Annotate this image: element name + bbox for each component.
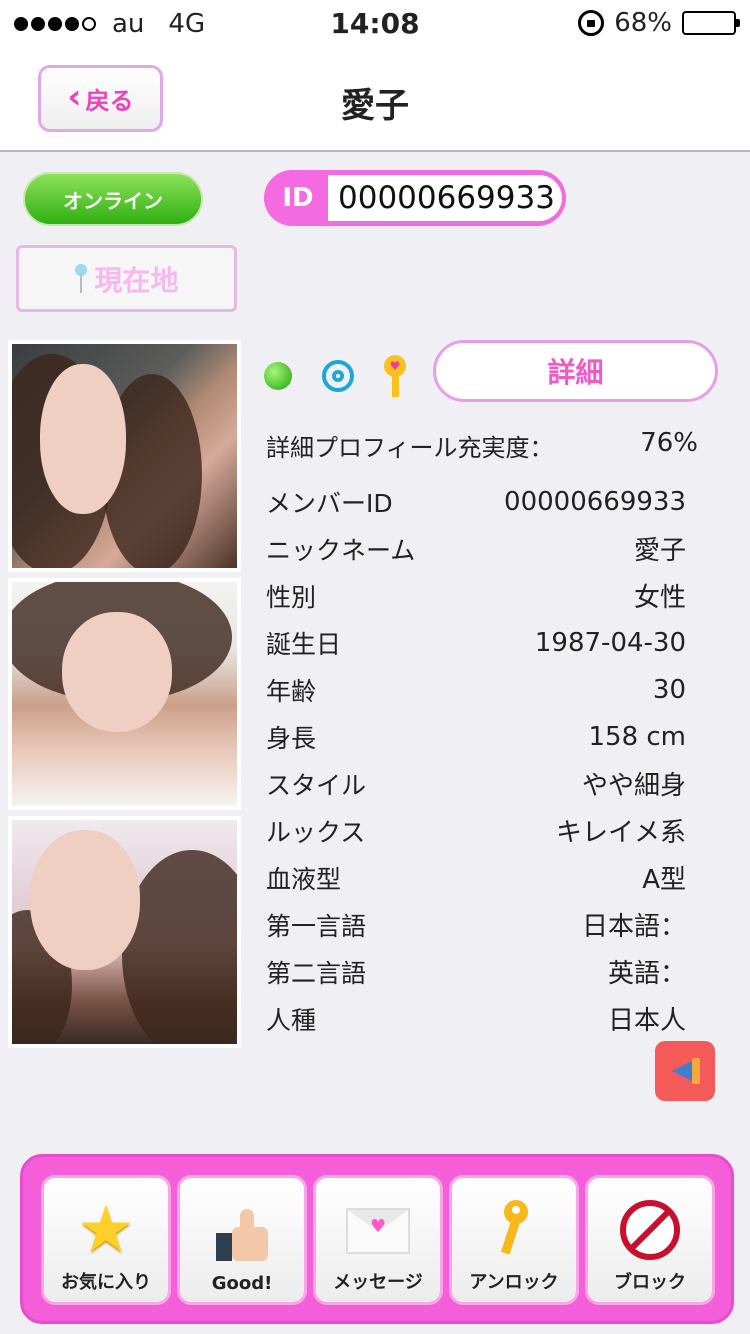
info-value: 女性 [633,583,686,613]
megaphone-icon [668,1056,702,1086]
battery-icon [682,11,740,35]
id-value: 00000669933 [328,175,562,221]
online-status-label: オンライン [63,188,163,213]
profile-photo-1[interactable] [8,340,241,572]
info-value: 30 [652,674,686,705]
profile-info-table: メンバーID 00000669933 ニックネーム 愛子 性別 女性 誕生日 1987-… [266,478,686,1042]
block-button[interactable]: ブロック [585,1175,715,1305]
member-id-field: ID 00000669933 [264,170,566,226]
completeness-label: 詳細プロフィール充実度： [266,434,554,462]
current-location-button[interactable]: 現在地 [16,245,237,312]
info-label: 年齢 [266,676,317,706]
info-value: 00000669933 [504,486,686,517]
details-button[interactable]: 詳細 [433,340,718,402]
prohibited-icon [618,1198,682,1262]
completeness-value: 76% [640,428,698,458]
message-button[interactable]: ♥ メッセージ [313,1175,443,1305]
info-value: 英語： [607,959,686,989]
info-value: 158 cm [588,721,686,752]
page-title: 愛子 [341,86,409,126]
info-row-blood-type: 血液型 A型 [266,854,686,901]
good-button[interactable]: Good! [177,1175,307,1305]
status-indicators: ♥ [264,355,406,397]
key-heart-icon: ♥ [384,355,406,397]
info-row-looks: ルックス キレイメ系 [266,807,686,854]
profile-photo-2[interactable] [8,578,241,810]
online-dot-icon [264,362,292,390]
thumbs-up-icon [210,1203,274,1267]
info-label: 第一言語 [266,911,367,941]
id-label: ID [282,183,314,213]
info-row-nickname: ニックネーム 愛子 [266,525,686,572]
battery-percent: 68% [614,8,672,38]
info-row-second-language: 第二言語 英語： [266,948,686,995]
profile-photo-3[interactable] [8,816,241,1048]
bottom-action-bar: ★ お気に入り Good! ♥ メッセージ アンロック ブロック [20,1154,734,1324]
status-bar: au 4G 14:08 68% [0,0,750,48]
profile-photos [8,340,241,1054]
info-label: メンバーID [266,488,393,518]
info-value: 日本語： [581,912,686,942]
mail-heart-icon: ♥ [346,1198,410,1262]
info-value: やや細身 [581,771,686,801]
info-row-first-language: 第一言語 日本語： [266,901,686,948]
info-label: 身長 [266,723,317,753]
profile-completeness: 詳細プロフィール充実度： 76% [266,428,698,463]
info-value: 日本人 [607,1006,686,1036]
good-button-label: Good! [211,1273,273,1294]
current-location-label: 現在地 [94,263,179,297]
target-icon [322,360,354,392]
online-status-badge: オンライン [23,172,203,226]
info-value: 1987-04-30 [534,627,686,658]
info-label: 血液型 [266,864,342,894]
info-row-member-id: メンバーID 00000669933 [266,478,686,525]
unlock-button-label: アンロック [469,1272,559,1293]
info-row-birthday: 誕生日 1987-04-30 [266,619,686,666]
report-button[interactable] [655,1041,715,1101]
map-pin-icon [74,263,88,294]
unlock-button[interactable]: アンロック [449,1175,579,1305]
info-row-ethnicity: 人種 日本人 [266,995,686,1042]
favorite-button[interactable]: ★ お気に入り [41,1175,171,1305]
navigation-bar: ‹ 戻る 愛子 [0,48,750,152]
info-row-gender: 性別 女性 [266,572,686,619]
info-value: A型 [642,865,686,895]
details-button-label: 詳細 [547,356,604,389]
star-icon: ★ [77,1193,135,1267]
info-label: 性別 [266,582,317,612]
key-icon [482,1198,546,1262]
favorite-button-label: お気に入り [61,1272,151,1293]
info-row-height: 身長 158 cm [266,713,686,760]
info-label: 誕生日 [266,629,342,659]
info-label: 第二言語 [266,958,367,988]
info-label: ルックス [266,817,366,847]
info-row-style: スタイル やや細身 [266,760,686,807]
info-value: キレイメ系 [555,818,686,848]
info-row-age: 年齢 30 [266,666,686,713]
message-button-label: メッセージ [333,1272,423,1293]
info-label: スタイル [266,770,367,800]
block-button-label: ブロック [614,1272,686,1293]
info-label: 人種 [266,1005,317,1035]
rotation-lock-icon [578,10,605,36]
info-value: 愛子 [633,536,686,566]
status-right: 68% [578,8,740,38]
info-label: ニックネーム [266,535,416,565]
